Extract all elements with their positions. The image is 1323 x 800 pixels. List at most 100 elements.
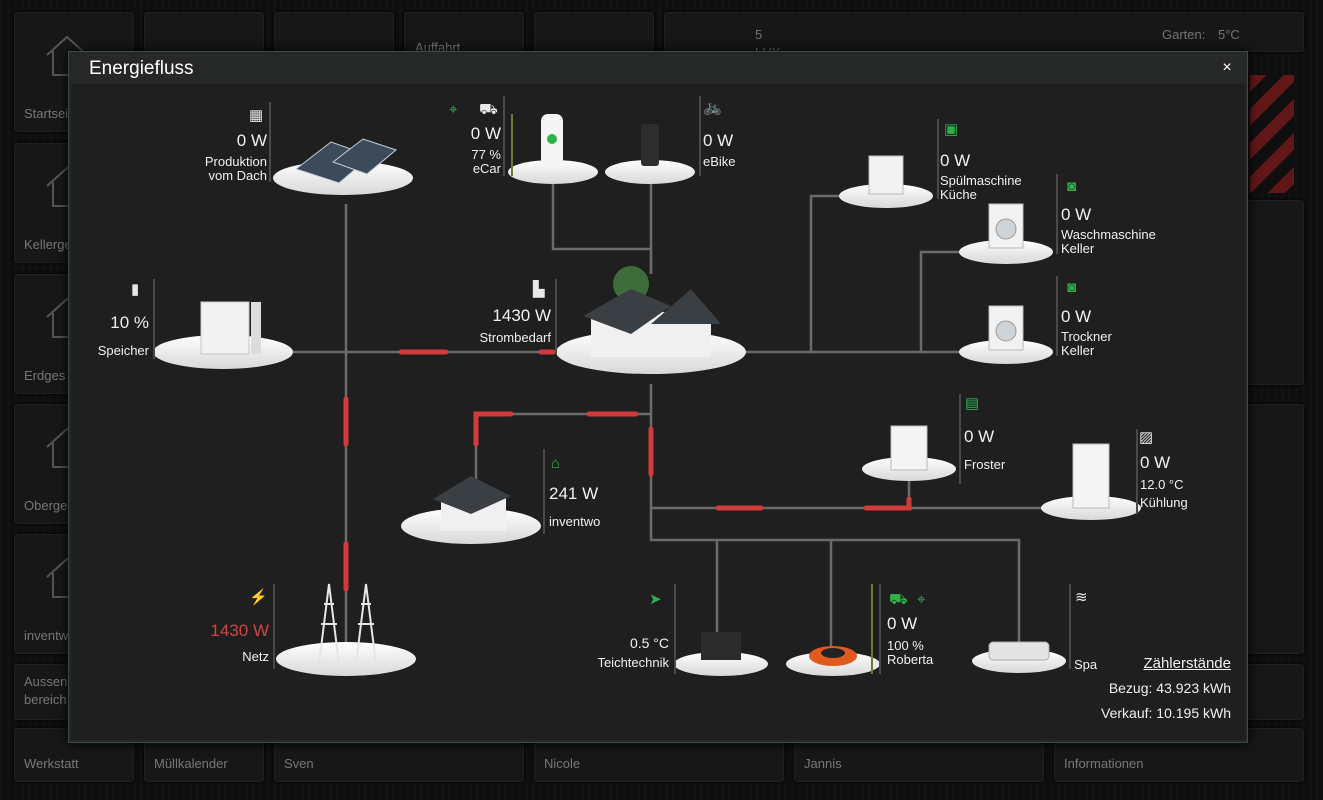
mower-power: 0 W: [887, 614, 918, 633]
ecar-power: 0 W: [470, 124, 501, 143]
inventwo-power: 241 W: [549, 484, 599, 503]
meter-readings-link[interactable]: Zählerstände: [1101, 651, 1231, 676]
inventwo-text: 241 W inventwo: [549, 484, 600, 529]
grid-text: 1430 W Netz: [181, 622, 269, 664]
ecar-text: 0 W 77 % eCar: [441, 124, 501, 176]
mower-text: 0 W 100 % Roberta: [887, 614, 934, 667]
grid-label: Netz: [242, 649, 269, 664]
fridge-illustration: [1072, 443, 1110, 509]
roof-divider: [269, 102, 271, 182]
fridge-text: 0 W 12.0 °C Kühlung: [1140, 453, 1188, 510]
ebike-divider: [699, 96, 701, 176]
freezer-icon: ▤: [965, 395, 980, 412]
inventwo-divider: [543, 449, 545, 534]
washer-divider: [1056, 174, 1058, 254]
ecar-soc-bar: [511, 114, 513, 176]
solar-panel-icon: ▦: [249, 107, 264, 124]
mower-icon: ⛟: [889, 591, 908, 608]
dishwasher-divider: [937, 119, 939, 199]
freezer-text: 0 W Froster: [964, 427, 1006, 472]
roof-label-2: vom Dach: [208, 168, 267, 183]
dryer-power: 0 W: [1061, 307, 1092, 326]
dryer-label-1: Trockner: [1061, 329, 1112, 344]
fridge-temp: 12.0 °C: [1140, 477, 1184, 492]
battery-storage-illustration: [200, 301, 261, 355]
spa-illustration: [988, 641, 1050, 661]
ebike-label: eBike: [703, 154, 736, 169]
fridge-divider: [1136, 429, 1138, 514]
dryer-illustration: [988, 305, 1024, 351]
mower-divider: [879, 584, 881, 674]
pond-divider: [674, 584, 676, 674]
washing-machine-icon: ◙: [1067, 178, 1077, 195]
meter-readings: Zählerstände Bezug: 43.923 kWh Verkauf: …: [1101, 651, 1231, 726]
grid-divider: [273, 584, 275, 669]
robot-mower-illustration: [809, 646, 857, 666]
location-pin-icon: ⌖: [917, 591, 926, 608]
storage-divider: [153, 279, 155, 359]
house-divider: [555, 279, 557, 354]
ecar-divider: [503, 96, 505, 176]
home-icon: ⌂: [551, 455, 561, 472]
fridge-power: 0 W: [1140, 453, 1171, 472]
meter-import: Bezug: 43.923 kWh: [1108, 680, 1231, 696]
dishwasher-illustration: [868, 155, 904, 195]
ecar-soc: 77 %: [471, 147, 501, 162]
ebike-text: 0 W eBike: [703, 131, 736, 169]
mower-label: Roberta: [887, 652, 934, 667]
location-pin-icon: ⌖: [449, 101, 458, 118]
washer-power: 0 W: [1061, 205, 1092, 224]
dryer-icon: ◙: [1067, 279, 1077, 296]
roof-power: 0 W: [236, 131, 267, 150]
dishwasher-text: 0 W Spülmaschine Küche: [940, 152, 1022, 202]
fridge-off-icon: ▨: [1139, 429, 1154, 446]
dialog-title: Energiefluss: [89, 58, 194, 79]
roof-label-1: Produktion: [204, 154, 267, 169]
wallbox-illustration: [541, 114, 563, 166]
freezer-divider: [959, 394, 961, 484]
washer-text: 0 W Waschmaschine Keller: [1061, 205, 1156, 256]
house-power: 1430 W: [492, 306, 551, 325]
fridge-label: Kühlung: [1140, 495, 1188, 510]
spa-divider: [1069, 584, 1071, 669]
storage-label: Speicher: [97, 343, 149, 358]
house-text: 1430 W Strombedarf: [451, 306, 551, 345]
dryer-text: 0 W Trockner Keller: [1061, 307, 1112, 358]
power-pylon-icon: ⚡: [249, 589, 268, 606]
pond-technology-illustration: [701, 632, 741, 660]
dishwasher-label-1: Spülmaschine: [940, 173, 1022, 188]
freezer-illustration: [890, 425, 928, 471]
bicycle-icon: 🚲: [703, 99, 722, 116]
ebike-charger-illustration: [641, 124, 659, 166]
washer-label-2: Keller: [1061, 241, 1095, 256]
battery-icon: ▮: [131, 281, 140, 298]
dishwasher-label-2: Küche: [940, 187, 977, 202]
freezer-label: Froster: [964, 457, 1006, 472]
roof-text: 0 W Produktion vom Dach: [181, 131, 267, 183]
washer-label-1: Waschmaschine: [1061, 227, 1156, 242]
spa-text: Spa: [1074, 658, 1097, 672]
meter-export: Verkauf: 10.195 kWh: [1101, 705, 1231, 721]
freezer-power: 0 W: [964, 427, 995, 446]
fish-icon: ➤: [649, 591, 662, 608]
swimming-icon: ≋: [1075, 589, 1088, 606]
active-flow-segments: [343, 349, 912, 592]
building-icon: ▙: [533, 281, 545, 298]
mower-soc: 100 %: [887, 638, 924, 653]
spa-label: Spa: [1074, 657, 1098, 672]
ecar-label: eCar: [472, 161, 501, 176]
energy-flow-canvas: ▦ 0 W Produktion vom Dach ⌖ ⛟ 0 W 77 % e…: [71, 84, 1245, 740]
dryer-divider: [1056, 276, 1058, 356]
pond-label: Teichtechnik: [597, 655, 669, 670]
mower-soc-bar: [871, 584, 873, 674]
house-label: Strombedarf: [479, 330, 551, 345]
dishwasher-icon: ▣: [944, 121, 959, 138]
pond-text: 0.5 °C Teichtechnik: [571, 636, 669, 670]
main-house-illustration: [583, 266, 721, 357]
car-charging-icon: ⛟: [479, 101, 498, 118]
storage-soc: 10 %: [110, 313, 149, 332]
ebike-power: 0 W: [703, 131, 734, 150]
close-button[interactable]: ×: [1217, 58, 1237, 78]
storage-text: 10 % Speicher: [79, 313, 149, 358]
small-house-illustration: [433, 476, 511, 531]
